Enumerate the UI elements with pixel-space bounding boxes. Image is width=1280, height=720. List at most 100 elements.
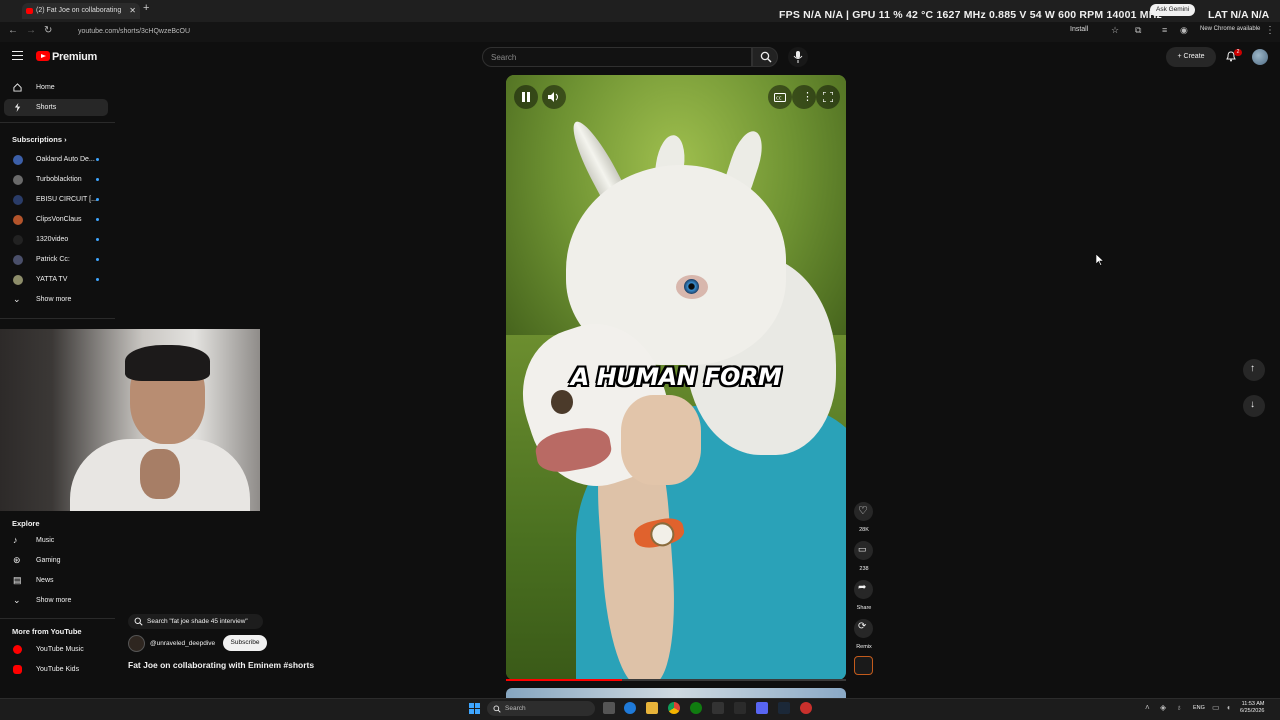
task-view-icon[interactable] xyxy=(603,702,615,714)
browser-tab[interactable]: (2) Fat Joe on collaborating ✕ xyxy=(22,3,140,19)
remix-button[interactable]: ⟳ xyxy=(854,619,873,638)
sidebar-item-shorts[interactable]: Shorts xyxy=(4,99,108,116)
chrome-menu-icon[interactable]: ⋮ xyxy=(1265,25,1275,36)
language-indicator[interactable]: ENG xyxy=(1193,705,1205,711)
sidebar-item-home[interactable]: Home xyxy=(4,79,108,96)
next-short-button[interactable]: ↓ xyxy=(1243,395,1265,417)
video-caption: A HUMAN FORM xyxy=(570,363,782,391)
profile-icon[interactable]: ◉ xyxy=(1180,25,1188,36)
previous-short-button[interactable]: ↑ xyxy=(1243,359,1265,381)
volume-button[interactable] xyxy=(542,85,566,109)
account-avatar[interactable] xyxy=(1252,49,1268,65)
terminal-icon[interactable] xyxy=(712,702,724,714)
volume-icon xyxy=(548,92,558,102)
sidebar-item-label: Show more xyxy=(36,296,72,303)
chevron-right-icon: › xyxy=(64,135,67,144)
video-progress-fill xyxy=(506,679,622,681)
sidebar-subscription-item[interactable]: Patrick Cc: xyxy=(4,251,108,268)
divider xyxy=(0,318,115,319)
edge-browser-icon[interactable] xyxy=(624,702,636,714)
home-icon xyxy=(13,83,22,92)
guide-menu-icon[interactable] xyxy=(12,51,23,60)
performance-overlay: FPS N/A N/A | GPU 11 % 42 °C 1627 MHz 0.… xyxy=(779,9,1162,21)
sidebar-item-label: News xyxy=(36,577,54,584)
network-icon[interactable]: ◈ xyxy=(1160,703,1166,712)
sidebar-subscription-item[interactable]: EBISU CIRCUIT [... xyxy=(4,191,108,208)
fullscreen-button[interactable] xyxy=(816,85,840,109)
share-button[interactable]: ➦ xyxy=(854,580,873,599)
app-icon[interactable] xyxy=(734,702,746,714)
voice-search-button[interactable] xyxy=(788,47,808,67)
chevron-down-icon: ⌄ xyxy=(13,595,21,605)
captions-button[interactable]: cc xyxy=(768,85,792,109)
shorts-icon xyxy=(14,103,21,112)
reload-icon[interactable]: ↻ xyxy=(44,25,52,36)
channel-name[interactable]: @unraveled_deepdive xyxy=(150,640,215,647)
taskbar-search-placeholder: Search xyxy=(505,705,526,712)
next-short-preview[interactable] xyxy=(506,688,846,698)
search-icon xyxy=(493,705,501,713)
subscribe-button[interactable]: Subscribe xyxy=(223,635,267,651)
like-button[interactable]: ♡ xyxy=(854,502,873,521)
search-input[interactable]: Search xyxy=(482,47,752,67)
bookmark-star-icon[interactable]: ☆ xyxy=(1111,25,1119,36)
search-button[interactable] xyxy=(752,47,778,67)
pause-button[interactable] xyxy=(514,85,538,109)
shorts-video-player[interactable]: A HUMAN FORM cc ⋮ xyxy=(506,75,846,680)
forward-icon[interactable]: → xyxy=(26,25,36,36)
close-tab-icon[interactable]: ✕ xyxy=(129,3,136,19)
sidebar-subscription-item[interactable]: Oakland Auto De... xyxy=(4,151,108,168)
related-search-chip[interactable]: Search "fat joe shade 45 interview" xyxy=(128,614,263,629)
channel-avatar xyxy=(13,215,23,225)
sidebar-subscription-item[interactable]: ClipsVonClaus xyxy=(4,211,108,228)
chevron-up-icon[interactable]: ˄ xyxy=(1145,703,1150,712)
channel-avatar[interactable] xyxy=(128,635,145,652)
recording-app-icon[interactable] xyxy=(800,702,812,714)
like-count: 28K xyxy=(859,527,869,533)
sound-thumbnail-button[interactable] xyxy=(854,656,873,675)
display-icon[interactable]: ▭ xyxy=(1212,703,1220,712)
premium-logo-text[interactable]: Premium xyxy=(52,51,97,63)
chrome-icon[interactable] xyxy=(668,702,680,714)
video-progress-bar[interactable] xyxy=(506,679,846,681)
microphone-tray-icon[interactable]: ♁ xyxy=(1176,703,1182,712)
xbox-icon[interactable] xyxy=(690,702,702,714)
media-control-icon[interactable]: ≡ xyxy=(1162,25,1167,35)
sidebar-subscription-item[interactable]: YATTA TV xyxy=(4,271,108,288)
sidebar-subscription-item[interactable]: 1320video xyxy=(4,231,108,248)
comments-button[interactable]: ▭ xyxy=(854,541,873,560)
new-chrome-available-button[interactable]: New Chrome available xyxy=(1200,26,1260,32)
new-content-dot xyxy=(96,178,99,181)
webcam-person-hand xyxy=(140,449,180,499)
channel-avatar xyxy=(13,175,23,185)
file-explorer-icon[interactable] xyxy=(646,702,658,714)
create-button[interactable]: + Create xyxy=(1166,47,1216,67)
back-icon[interactable]: ← xyxy=(8,25,18,36)
volume-tray-icon[interactable]: ◖ xyxy=(1226,703,1231,712)
sidebar-item-news[interactable]: ▤ News xyxy=(4,572,108,589)
extensions-icon[interactable]: ⧉ xyxy=(1135,25,1141,36)
url-field[interactable]: youtube.com/shorts/3cHQwzeBcOU xyxy=(62,25,1062,38)
webcam-overlay xyxy=(0,329,260,511)
sidebar-item-youtube-music[interactable]: YouTube Music xyxy=(4,641,108,658)
windows-start-icon[interactable] xyxy=(469,703,480,714)
sidebar-item-music[interactable]: ♪ Music xyxy=(4,532,108,549)
sidebar-show-more[interactable]: ⌄ Show more xyxy=(4,291,108,308)
heart-icon: ♡ xyxy=(858,505,868,517)
sidebar-item-gaming[interactable]: ⊛ Gaming xyxy=(4,552,108,569)
system-clock[interactable]: 11:53 AM 6/25/2026 xyxy=(1240,701,1264,715)
steam-icon[interactable] xyxy=(778,702,790,714)
explore-show-more[interactable]: ⌄ Show more xyxy=(4,592,108,609)
sidebar-item-youtube-kids[interactable]: YouTube Kids xyxy=(4,661,108,678)
fullscreen-icon xyxy=(823,92,833,102)
sidebar-subscription-item[interactable]: Turboblacktion xyxy=(4,171,108,188)
new-content-dot xyxy=(96,258,99,261)
youtube-logo-icon[interactable] xyxy=(36,51,50,61)
taskbar-search-input[interactable]: Search xyxy=(487,701,595,716)
new-content-dot xyxy=(96,238,99,241)
discord-icon[interactable] xyxy=(756,702,768,714)
subscriptions-heading[interactable]: Subscriptions › xyxy=(12,135,67,144)
new-tab-icon[interactable]: + xyxy=(143,2,149,14)
more-options-button[interactable]: ⋮ xyxy=(792,85,816,109)
install-button[interactable]: Install xyxy=(1070,26,1088,33)
